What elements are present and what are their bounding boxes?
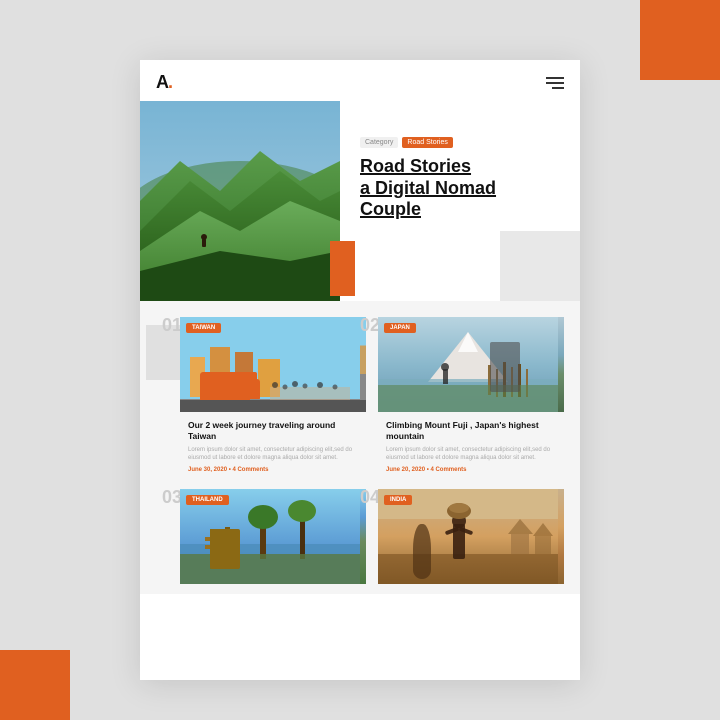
article-title-01: Our 2 week journey traveling around Taiw… — [188, 420, 358, 442]
article-02[interactable]: 02 — [378, 317, 564, 481]
hero-orange-accent — [330, 241, 355, 296]
badge-road-stories: Road Stories — [402, 137, 452, 148]
article-image-taiwan: TAIWAN — [180, 317, 366, 412]
card-header: A. — [140, 60, 580, 101]
article-meta-01: June 30, 2020 • 4 Comments — [188, 467, 358, 473]
article-content-02: Climbing Mount Fuji , Japan's highest mo… — [378, 412, 564, 481]
hero-title: Road Stories a Digital Nomad Couple — [360, 156, 564, 221]
article-excerpt-02: Lorem ipsum dolor sit amet, consectetur … — [386, 446, 556, 463]
hero-text: Category Road Stories Road Stories a Dig… — [340, 101, 580, 301]
corner-decoration-bottom-left — [0, 650, 70, 720]
hero-section: Category Road Stories Road Stories a Dig… — [140, 101, 580, 301]
main-card: A. — [140, 60, 580, 680]
article-image-japan: JAPAN — [378, 317, 564, 412]
category-badges: Category Road Stories — [360, 137, 453, 148]
articles-section: 01 — [140, 301, 580, 594]
hamburger-menu[interactable] — [546, 77, 564, 89]
article-01[interactable]: 01 — [180, 317, 366, 481]
article-03[interactable]: 03 — [180, 489, 366, 584]
logo[interactable]: A. — [156, 72, 172, 93]
badge-india: INDIA — [384, 495, 412, 505]
article-title-02: Climbing Mount Fuji , Japan's highest mo… — [386, 420, 556, 442]
article-image-thailand: THAILAND — [180, 489, 366, 584]
article-excerpt-01: Lorem ipsum dolor sit amet, consectetur … — [188, 446, 358, 463]
hero-image — [140, 101, 340, 301]
article-meta-02: June 20, 2020 • 4 Comments — [386, 467, 556, 473]
badge-category: Category — [360, 137, 398, 148]
corner-decoration-top-right — [640, 0, 720, 80]
article-image-india: INDIA — [378, 489, 564, 584]
badge-taiwan: TAIWAN — [186, 323, 221, 333]
badge-japan: JAPAN — [384, 323, 416, 333]
hero-grey-box — [500, 231, 580, 301]
article-content-01: Our 2 week journey traveling around Taiw… — [180, 412, 366, 481]
article-04[interactable]: 04 — [378, 489, 564, 584]
badge-thailand: THAILAND — [186, 495, 229, 505]
